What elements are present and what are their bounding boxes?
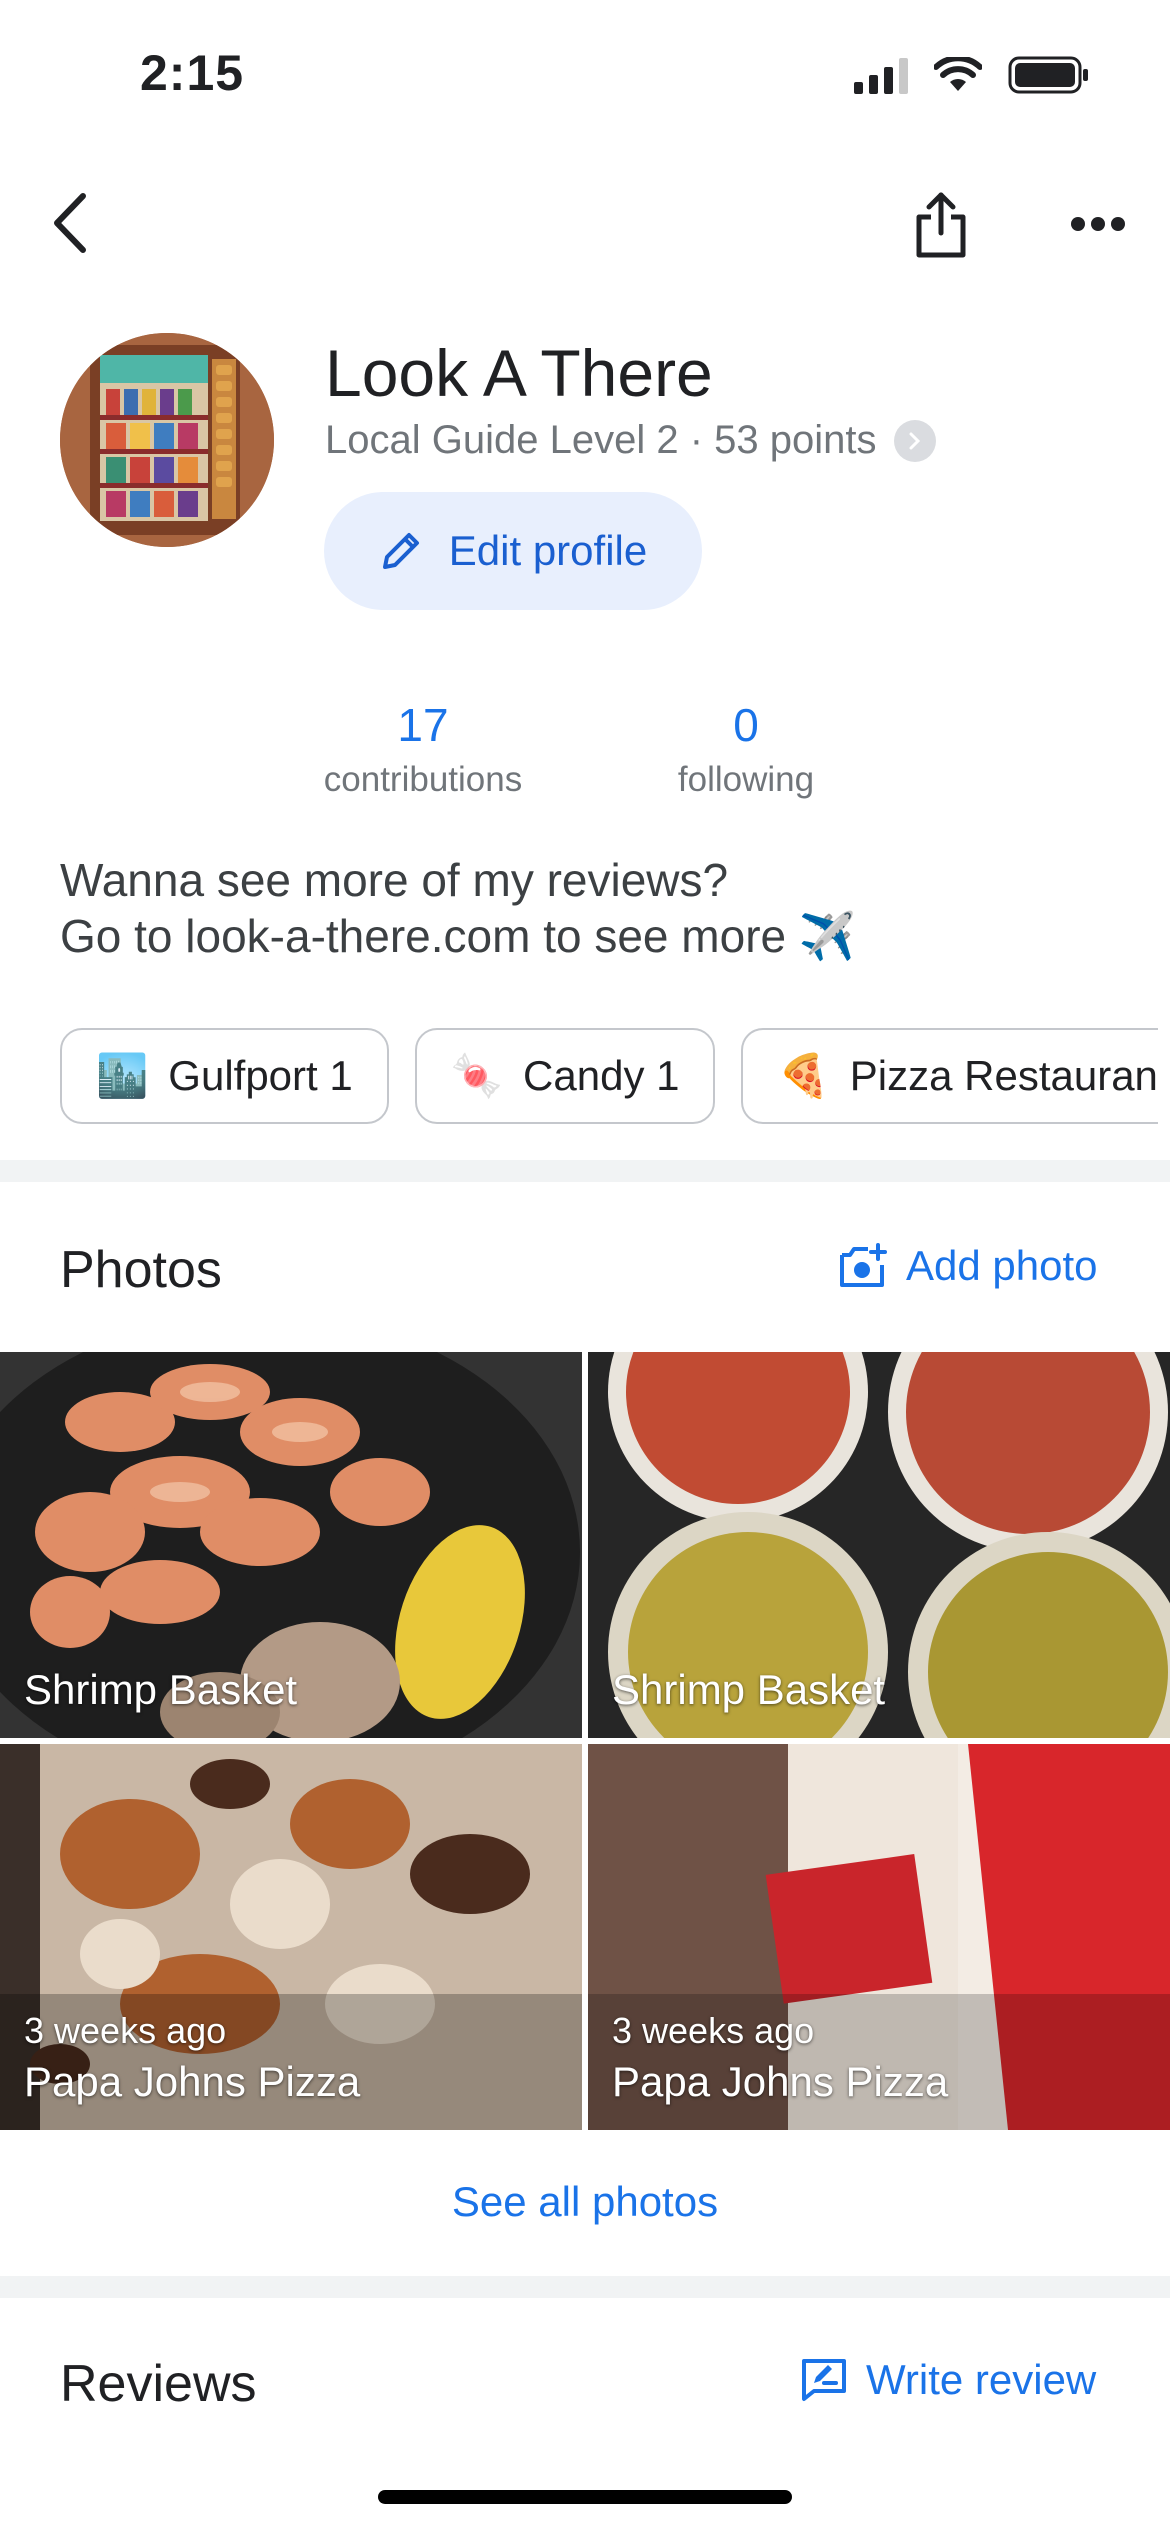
profile-name: Look A There bbox=[325, 336, 713, 410]
add-photo-camera-icon bbox=[840, 1243, 887, 1287]
city-emoji-icon: 🏙️ bbox=[96, 1051, 149, 1099]
add-photo-button[interactable]: Add photo bbox=[838, 1242, 1098, 1290]
status-icons bbox=[854, 56, 1090, 94]
following-count: 0 bbox=[733, 699, 759, 751]
candy-emoji-icon: 🍬 bbox=[450, 1051, 504, 1099]
pencil-icon bbox=[382, 533, 419, 569]
avatar[interactable] bbox=[60, 333, 274, 547]
chevron-right-icon bbox=[894, 419, 937, 462]
photo-date: 3 weeks ago bbox=[24, 2010, 227, 2051]
write-review-label: Write review bbox=[866, 2356, 1097, 2403]
section-divider bbox=[0, 1160, 1170, 1182]
contributions-count: 17 bbox=[397, 699, 449, 751]
photo-place-name: Papa Johns Pizza bbox=[24, 2058, 361, 2105]
photo-tile[interactable]: 3 weeks ago Papa Johns Pizza bbox=[588, 1744, 1170, 2130]
following-label: following bbox=[677, 760, 815, 799]
photo-place-name: Papa Johns Pizza bbox=[612, 2058, 949, 2105]
photo-tile[interactable]: Shrimp Basket bbox=[588, 1352, 1170, 1738]
pizza-emoji-icon: 🍕 bbox=[777, 1051, 830, 1099]
wifi-icon bbox=[934, 57, 982, 91]
back-button[interactable] bbox=[36, 190, 102, 256]
following-stat[interactable]: 0 following bbox=[646, 698, 846, 800]
home-indicator[interactable] bbox=[378, 2490, 792, 2504]
local-guide-level[interactable]: Local Guide Level 2 · 53 points bbox=[325, 418, 937, 463]
local-guide-level-text: Local Guide Level 2 · 53 points bbox=[325, 418, 877, 462]
add-photo-label: Add photo bbox=[906, 1242, 1098, 1289]
contributions-label: contributions bbox=[323, 760, 523, 799]
avatar-vending-machine-image bbox=[60, 333, 274, 547]
more-options-button[interactable] bbox=[1066, 206, 1130, 242]
chip-candy[interactable]: 🍬 Candy 1 bbox=[414, 1028, 716, 1124]
photo-caption: 3 weeks ago Papa Johns Pizza bbox=[612, 2010, 948, 2106]
photo-tile[interactable]: 3 weeks ago Papa Johns Pizza bbox=[0, 1744, 582, 2130]
back-arrow-icon bbox=[54, 193, 86, 253]
topic-chips: 🏙️ Gulfport 1 🍬 Candy 1 🍕 Pizza Restaura… bbox=[60, 1028, 1158, 1124]
photos-section-title: Photos bbox=[60, 1241, 222, 1299]
chip-label: Candy 1 bbox=[523, 1052, 680, 1099]
battery-icon bbox=[1008, 56, 1088, 94]
see-all-photos-link[interactable]: See all photos bbox=[0, 2178, 1170, 2226]
status-time: 2:15 bbox=[140, 45, 245, 101]
reviews-section-title: Reviews bbox=[60, 2355, 257, 2413]
photo-date: 3 weeks ago bbox=[612, 2010, 815, 2051]
photo-caption: 3 weeks ago Papa Johns Pizza bbox=[24, 2010, 360, 2106]
photo-place-name: Shrimp Basket bbox=[24, 1666, 298, 1713]
bio-line-2: Go to look-a-there.com to see more ✈️ bbox=[60, 910, 857, 962]
photo-caption: Shrimp Basket bbox=[24, 1666, 297, 1714]
share-icon bbox=[916, 192, 966, 258]
write-review-button[interactable]: Write review bbox=[800, 2356, 1096, 2404]
chip-gulfport[interactable]: 🏙️ Gulfport 1 bbox=[60, 1028, 389, 1124]
cellular-signal-icon bbox=[854, 56, 908, 94]
share-button[interactable] bbox=[904, 186, 978, 264]
edit-profile-label: Edit profile bbox=[448, 527, 648, 574]
edit-profile-button[interactable]: Edit profile bbox=[324, 492, 702, 610]
more-horiz-icon bbox=[1071, 217, 1125, 231]
section-divider bbox=[0, 2276, 1170, 2298]
photo-caption: Shrimp Basket bbox=[612, 1666, 885, 1714]
chip-label: Pizza Restauran bbox=[849, 1052, 1158, 1099]
write-review-icon bbox=[802, 2359, 846, 2401]
profile-bio: Wanna see more of my reviews? Go to look… bbox=[60, 852, 856, 964]
contributions-stat[interactable]: 17 contributions bbox=[300, 698, 546, 800]
chip-label: Gulfport 1 bbox=[168, 1052, 353, 1099]
photo-tile[interactable]: Shrimp Basket bbox=[0, 1352, 582, 1738]
photo-place-name: Shrimp Basket bbox=[612, 1666, 886, 1713]
bio-line-1: Wanna see more of my reviews? bbox=[60, 854, 729, 906]
chip-pizza-restaurant[interactable]: 🍕 Pizza Restauran bbox=[741, 1028, 1158, 1124]
